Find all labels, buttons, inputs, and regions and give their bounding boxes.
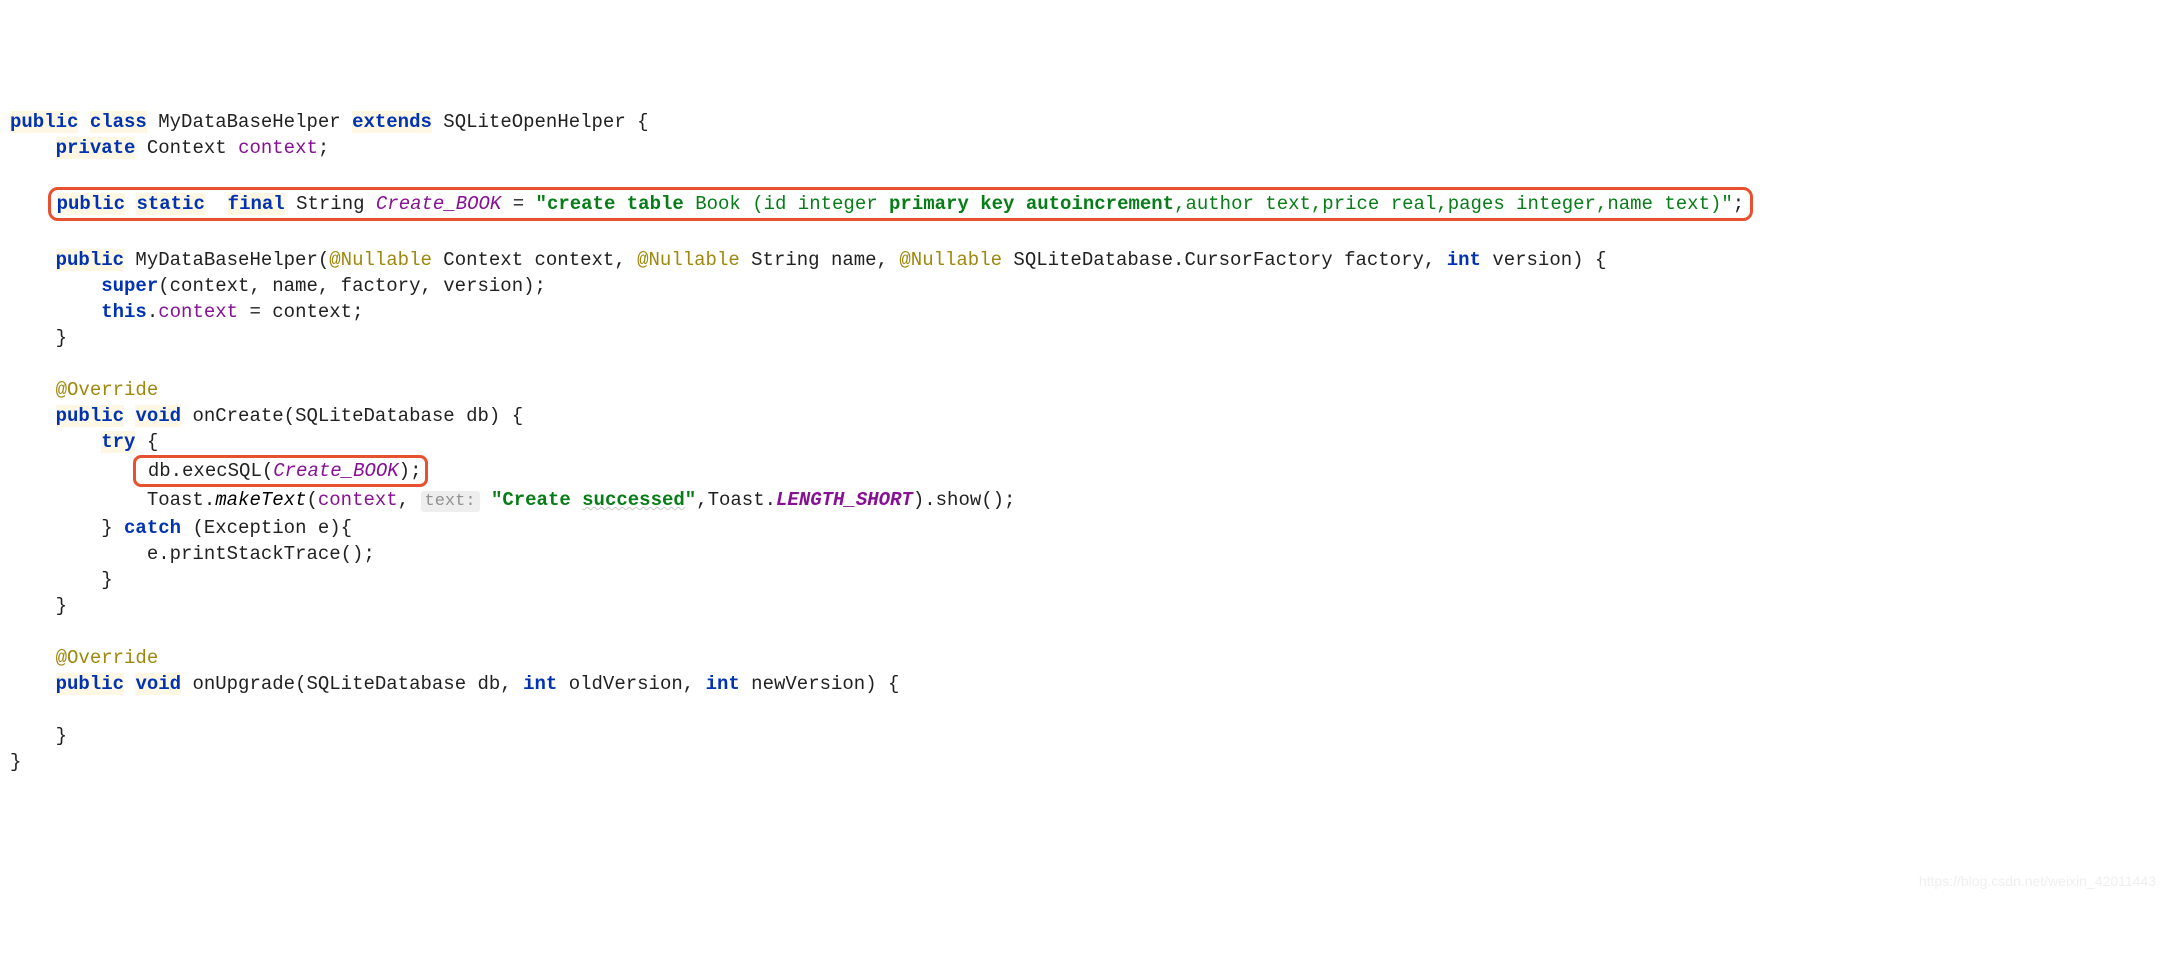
keyword: public <box>10 111 78 133</box>
text: MyDataBaseHelper( <box>124 249 329 271</box>
text: e.printStackTrace(); <box>147 543 375 565</box>
keyword: private <box>56 137 136 159</box>
keyword: public <box>56 405 124 427</box>
text: } <box>56 595 67 617</box>
string: "Create <box>491 489 582 511</box>
text: String <box>285 193 376 215</box>
keyword: void <box>135 673 181 695</box>
text: ; <box>1733 193 1744 215</box>
text: (Exception e){ <box>181 517 352 539</box>
text: ; <box>318 137 329 159</box>
text: } <box>10 751 21 773</box>
field: context <box>238 137 318 159</box>
keyword: this <box>101 301 147 323</box>
keyword: class <box>90 111 147 133</box>
text: version) { <box>1481 249 1606 271</box>
text: SQLiteDatabase.CursorFactory factory, <box>1002 249 1447 271</box>
text: . <box>147 301 158 323</box>
annotation: @Override <box>56 379 159 401</box>
text: } <box>101 517 124 539</box>
keyword: public <box>56 673 124 695</box>
constant-ref: Create_BOOK <box>273 460 398 482</box>
text: oldVersion, <box>557 673 705 695</box>
text <box>480 489 491 511</box>
keyword: final <box>228 193 285 215</box>
text: { <box>135 431 158 453</box>
keyword: int <box>706 673 740 695</box>
text: Toast. <box>147 489 215 511</box>
text: } <box>101 569 112 591</box>
text: (context, name, factory, version); <box>158 275 546 297</box>
annotation: @Nullable <box>899 249 1002 271</box>
string: primary key autoincrement <box>889 193 1174 215</box>
highlight-box-create-book-const: public static final String Create_BOOK =… <box>48 187 1754 221</box>
keyword: public <box>56 249 124 271</box>
keyword: super <box>101 275 158 297</box>
keyword: public <box>57 193 125 215</box>
keyword: extends <box>352 111 432 133</box>
keyword: int <box>523 673 557 695</box>
text: MyDataBaseHelper <box>147 111 352 133</box>
parameter-hint: text: <box>421 491 480 512</box>
annotation: @Nullable <box>637 249 740 271</box>
text: Context context, <box>432 249 637 271</box>
string: Book (id integer <box>695 193 889 215</box>
field: context <box>158 301 238 323</box>
constant-name: Create_BOOK <box>376 193 501 215</box>
text: onUpgrade(SQLiteDatabase db, <box>181 673 523 695</box>
string: ,author text,price real,pages integer,na… <box>1174 193 1733 215</box>
string: "create table <box>536 193 696 215</box>
text: SQLiteOpenHelper { <box>432 111 649 133</box>
text: } <box>56 327 67 349</box>
text: = <box>501 193 535 215</box>
keyword: static <box>136 193 204 215</box>
watermark: https://blog.csdn.net/weixin_42011443 <box>1919 868 2156 894</box>
text: onCreate(SQLiteDatabase db) { <box>181 405 523 427</box>
highlight-box-execsql: db.execSQL(Create_BOOK); <box>133 455 429 487</box>
keyword: catch <box>124 517 181 539</box>
constant: LENGTH_SHORT <box>776 489 913 511</box>
text: ).show(); <box>913 489 1016 511</box>
text: Context <box>135 137 238 159</box>
keyword: void <box>135 405 181 427</box>
keyword: int <box>1447 249 1481 271</box>
text: = context; <box>238 301 363 323</box>
field: context <box>318 489 398 511</box>
string-typo: successed <box>582 489 685 511</box>
text: String name, <box>740 249 900 271</box>
static-method: makeText <box>215 489 306 511</box>
text: ( <box>306 489 317 511</box>
text: newVersion) { <box>740 673 900 695</box>
annotation: @Override <box>56 647 159 669</box>
string: " <box>685 489 696 511</box>
annotation: @Nullable <box>329 249 432 271</box>
text: ); <box>399 460 422 482</box>
text: db.execSQL( <box>148 460 273 482</box>
text: , <box>398 489 421 511</box>
code-block: public class MyDataBaseHelper extends SQ… <box>10 109 2180 775</box>
text: } <box>56 725 67 747</box>
keyword: try <box>101 431 135 453</box>
text: ,Toast. <box>696 489 776 511</box>
